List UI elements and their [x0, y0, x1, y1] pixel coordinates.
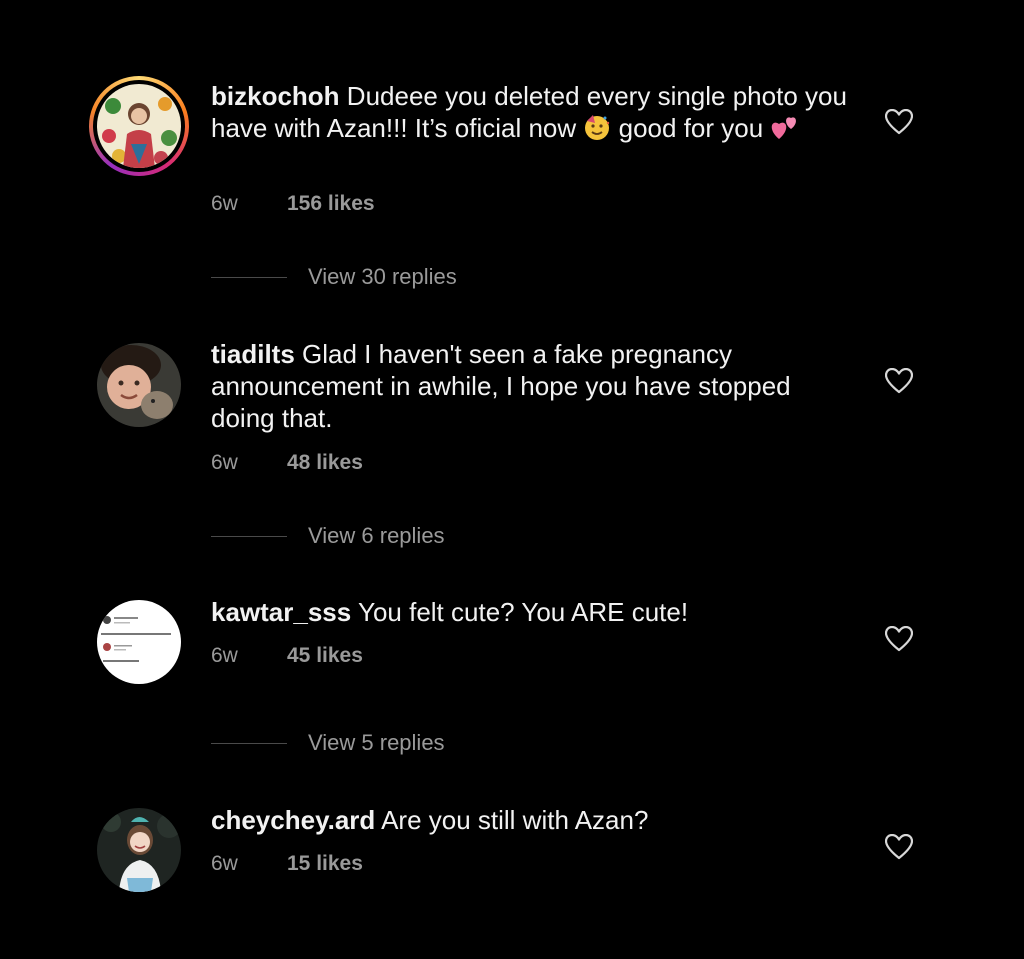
view-replies-button[interactable]: View 5 replies [211, 728, 445, 758]
comment-likes[interactable]: 156 likes [287, 192, 375, 215]
comment-meta: 6w 48 likes [211, 451, 363, 475]
comment-age: 6w [211, 852, 238, 875]
avatar[interactable] [89, 76, 189, 176]
like-heart-icon[interactable] [884, 625, 914, 652]
comment-username[interactable]: kawtar_sss [211, 597, 351, 627]
avatar[interactable] [97, 808, 181, 892]
two-hearts-emoji-icon [770, 113, 800, 148]
comment-body: Are you still with Azan? [381, 805, 649, 835]
view-replies-label: View 5 replies [308, 730, 445, 755]
comment-text: kawtar_sss You felt cute? You ARE cute! [211, 596, 851, 628]
comment-meta: 6w 15 likes [211, 852, 363, 876]
like-heart-icon[interactable] [884, 108, 914, 135]
comment-username[interactable]: bizkochoh [211, 81, 340, 111]
comment-meta: 6w 156 likes [211, 192, 375, 216]
view-replies-button[interactable]: View 6 replies [211, 521, 445, 551]
comment-likes[interactable]: 45 likes [287, 644, 363, 667]
partying-face-emoji-icon [583, 113, 611, 148]
comment-likes[interactable]: 48 likes [287, 451, 363, 474]
comment-likes[interactable]: 15 likes [287, 852, 363, 875]
comment-age: 6w [211, 644, 238, 667]
avatar-image [97, 84, 181, 168]
comment-body: You felt cute? You ARE cute! [358, 597, 689, 627]
replies-divider [211, 742, 287, 744]
like-heart-icon[interactable] [884, 833, 914, 860]
comment-body: Glad I haven't seen a fake pregnancy ann… [211, 339, 791, 433]
comment-body-continued: good for you [618, 113, 764, 143]
avatar-image [97, 808, 181, 892]
comment-meta: 6w 45 likes [211, 644, 363, 668]
replies-divider [211, 535, 287, 537]
like-heart-icon[interactable] [884, 367, 914, 394]
comment-username[interactable]: cheychey.ard [211, 805, 375, 835]
view-replies-button[interactable]: View 30 replies [211, 262, 457, 292]
avatar[interactable] [97, 600, 181, 684]
view-replies-label: View 30 replies [308, 264, 457, 289]
comment-text: tiadilts Glad I haven't seen a fake preg… [211, 338, 851, 434]
comment-username[interactable]: tiadilts [211, 339, 295, 369]
replies-divider [211, 276, 287, 278]
comment-age: 6w [211, 451, 238, 474]
avatar-image [97, 343, 181, 427]
view-replies-label: View 6 replies [308, 523, 445, 548]
comment-text: bizkochoh Dudeee you deleted every singl… [211, 80, 851, 148]
comment-age: 6w [211, 192, 238, 215]
comment-text: cheychey.ard Are you still with Azan? [211, 804, 851, 836]
avatar[interactable] [97, 343, 181, 427]
avatar-image [97, 600, 181, 684]
